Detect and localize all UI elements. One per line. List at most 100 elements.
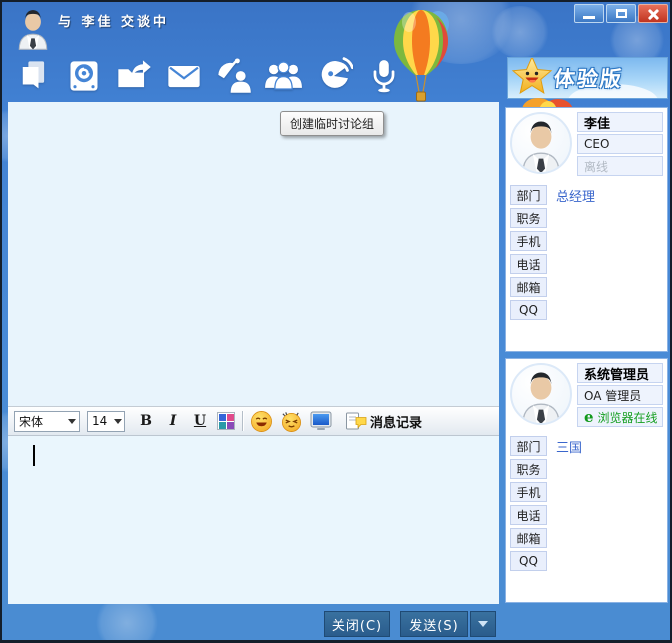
contact-status: 离线 bbox=[577, 156, 663, 176]
star-icon bbox=[510, 57, 554, 99]
voice-chat-button[interactable] bbox=[364, 54, 403, 98]
field-value: 三国 bbox=[556, 437, 582, 456]
message-input-area[interactable] bbox=[8, 436, 499, 604]
field-row: 职务 bbox=[510, 208, 663, 228]
close-icon bbox=[647, 8, 659, 20]
discussion-group-icon bbox=[264, 57, 303, 95]
field-label: 电话 bbox=[510, 505, 547, 525]
copy-document-icon bbox=[16, 58, 52, 94]
remote-assist-icon bbox=[215, 57, 253, 95]
text-caret bbox=[33, 445, 35, 466]
font-color-button[interactable] bbox=[217, 412, 235, 430]
contact-name: 系统管理员 bbox=[577, 363, 663, 383]
italic-button[interactable]: I bbox=[163, 413, 183, 429]
trial-version-label: 体验版 bbox=[552, 63, 624, 93]
contact-status-text: 浏览器在线 bbox=[598, 409, 658, 426]
trial-version-badge: 体验版 bbox=[507, 57, 668, 99]
color-swatch bbox=[219, 422, 226, 429]
window-title: 与 李佳 交谈中 bbox=[58, 11, 169, 30]
contact-card-lijia: 李佳 CEO 离线 部门 总经理 职务 手机 电话 邮箱 bbox=[505, 107, 668, 352]
field-label: 电话 bbox=[510, 254, 547, 274]
laughing-emoji-icon bbox=[280, 410, 303, 433]
field-label: 邮箱 bbox=[510, 277, 547, 297]
remote-control-button[interactable] bbox=[314, 54, 353, 98]
field-label: 部门 bbox=[510, 436, 547, 456]
smiley-icon bbox=[250, 410, 273, 433]
field-label: 职务 bbox=[510, 459, 547, 479]
field-row: 电话 bbox=[510, 505, 663, 525]
field-row: 部门 总经理 bbox=[510, 185, 663, 205]
contact-title: CEO bbox=[577, 134, 663, 154]
contact-avatar bbox=[510, 112, 572, 174]
field-label: 部门 bbox=[510, 185, 547, 205]
message-history-button[interactable]: 消息记录 bbox=[345, 411, 422, 431]
field-label: 邮箱 bbox=[510, 528, 547, 548]
format-toolbar: 宋体 14 B I U bbox=[8, 406, 499, 436]
tooltip: 创建临时讨论组 bbox=[280, 111, 384, 136]
send-file-button[interactable] bbox=[114, 54, 153, 98]
cloud-decoration bbox=[490, 6, 550, 58]
maximize-icon bbox=[616, 9, 627, 18]
field-label: 手机 bbox=[510, 482, 547, 502]
field-row: 部门 三国 bbox=[510, 436, 663, 456]
field-row: 手机 bbox=[510, 482, 663, 502]
close-chat-button[interactable]: 关闭(C) bbox=[324, 611, 390, 637]
close-window-button[interactable] bbox=[638, 4, 668, 23]
field-row: 电话 bbox=[510, 254, 663, 274]
field-label: QQ bbox=[510, 551, 547, 571]
minimize-button[interactable] bbox=[574, 4, 604, 23]
field-label: QQ bbox=[510, 300, 547, 320]
copy-document-button[interactable] bbox=[14, 54, 53, 98]
field-label: 职务 bbox=[510, 208, 547, 228]
browser-e-icon: e bbox=[584, 410, 594, 425]
chevron-down-icon bbox=[478, 621, 488, 627]
send-button[interactable]: 发送(S) bbox=[400, 611, 468, 637]
titlebar-avatar bbox=[11, 4, 55, 52]
chevron-down-icon bbox=[64, 413, 79, 430]
message-history-icon bbox=[345, 411, 367, 431]
cloud-decoration bbox=[92, 598, 162, 643]
field-row: 邮箱 bbox=[510, 277, 663, 297]
field-value: 总经理 bbox=[556, 186, 595, 205]
maximize-button[interactable] bbox=[606, 4, 636, 23]
font-size-select[interactable]: 14 bbox=[87, 411, 125, 432]
screen-icon bbox=[310, 411, 332, 431]
remote-assist-button[interactable] bbox=[214, 54, 253, 98]
create-discussion-group-button[interactable] bbox=[264, 54, 303, 98]
microphone-icon bbox=[367, 57, 401, 95]
magic-emoji-button[interactable] bbox=[280, 410, 303, 433]
bold-button[interactable]: B bbox=[136, 413, 156, 429]
message-history-label: 消息记录 bbox=[370, 412, 422, 431]
chat-message-display[interactable] bbox=[8, 102, 499, 406]
color-swatch bbox=[227, 414, 234, 421]
field-label: 手机 bbox=[510, 231, 547, 251]
font-family-select[interactable]: 宋体 bbox=[14, 411, 80, 432]
chat-window: 与 李佳 交谈中 bbox=[0, 0, 672, 643]
contact-card-admin: 系统管理员 OA 管理员 e 浏览器在线 部门 三国 职务 手机 bbox=[505, 358, 668, 603]
font-size-value: 14 bbox=[88, 414, 111, 428]
main-toolbar bbox=[14, 54, 403, 98]
field-row: 邮箱 bbox=[510, 528, 663, 548]
color-swatch bbox=[227, 422, 234, 429]
send-mail-button[interactable] bbox=[164, 54, 203, 98]
contact-name: 李佳 bbox=[577, 112, 663, 132]
send-options-button[interactable] bbox=[470, 611, 496, 637]
minimize-icon bbox=[583, 16, 595, 19]
underline-button[interactable]: U bbox=[190, 413, 210, 429]
color-swatch bbox=[219, 414, 226, 421]
cloud-decoration bbox=[406, 0, 516, 64]
field-row: 手机 bbox=[510, 231, 663, 251]
file-transfer-button[interactable] bbox=[64, 54, 103, 98]
file-transfer-icon bbox=[66, 58, 102, 94]
emoji-button[interactable] bbox=[250, 410, 273, 433]
chevron-down-icon bbox=[111, 413, 124, 430]
contact-title: OA 管理员 bbox=[577, 385, 663, 405]
font-family-value: 宋体 bbox=[15, 413, 64, 430]
send-file-icon bbox=[115, 58, 153, 94]
field-row: QQ bbox=[510, 551, 663, 571]
contact-avatar bbox=[510, 363, 572, 425]
toolbar-separator bbox=[242, 411, 243, 431]
screenshot-button[interactable] bbox=[310, 411, 332, 431]
field-row: QQ bbox=[510, 300, 663, 320]
contact-status: e 浏览器在线 bbox=[577, 407, 663, 427]
